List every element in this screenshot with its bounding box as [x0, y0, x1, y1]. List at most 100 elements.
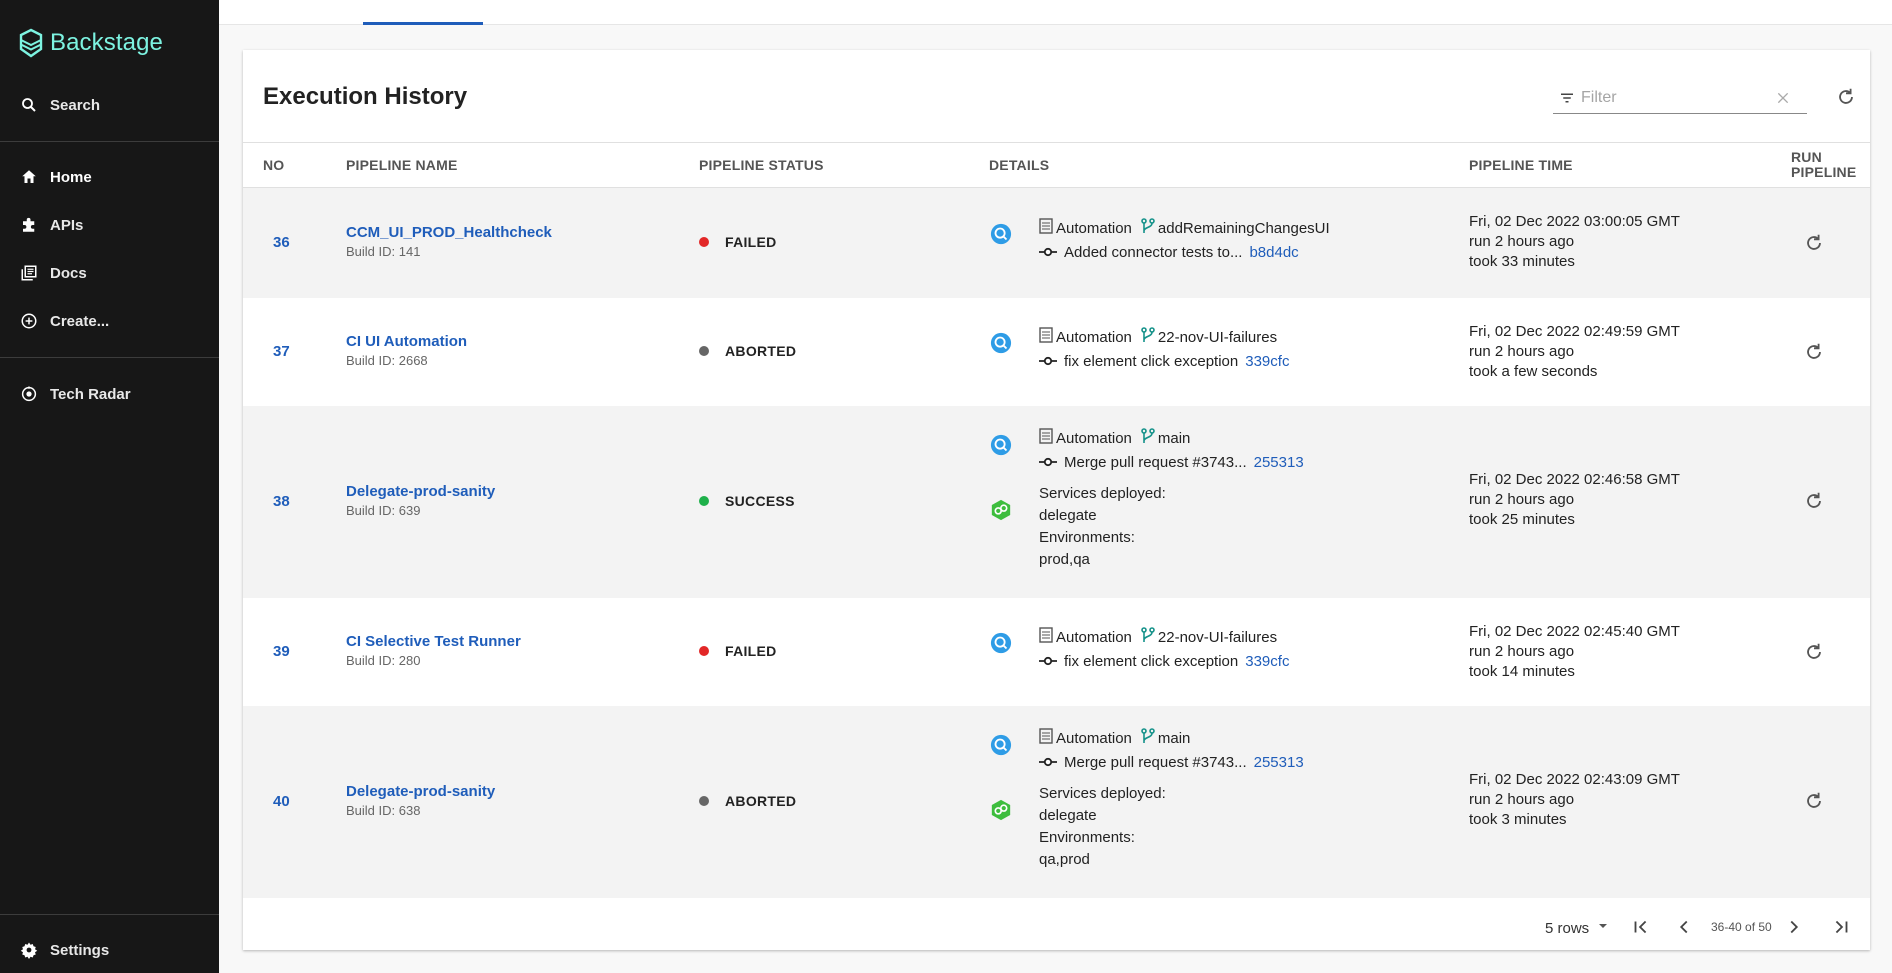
pipeline-name-link[interactable]: CI Selective Test Runner [346, 633, 521, 650]
details-cell: Automation main Merge pull request #3743… [1039, 426, 1304, 571]
pipeline-name-link[interactable]: Delegate-prod-sanity [346, 483, 495, 500]
pipeline-name-cell: CCM_UI_PROD_Healthcheck Build ID: 141 [346, 224, 552, 259]
filter-input[interactable] [1581, 88, 1761, 107]
rerun-icon[interactable] [1803, 232, 1825, 258]
branch-icon [1141, 327, 1155, 347]
header-no[interactable]: NO [263, 143, 284, 187]
sidebar-item-label: Home [50, 168, 92, 186]
filter-list-icon [1553, 89, 1581, 107]
ci-module-icon [990, 223, 1012, 245]
ci-module-icon [990, 434, 1012, 456]
took-duration: took 33 minutes [1469, 253, 1575, 270]
header-pipeline-status[interactable]: PIPELINE STATUS [699, 143, 824, 187]
table-row: 36 CCM_UI_PROD_Healthcheck Build ID: 141… [243, 188, 1870, 298]
sidebar-item-home[interactable]: Home [0, 157, 219, 197]
rows-per-page-select[interactable]: 5 rows [1545, 918, 1611, 938]
repo-icon [1039, 728, 1053, 748]
clear-icon[interactable] [1775, 90, 1791, 110]
commit-icon [1039, 653, 1057, 670]
commit-id-link[interactable]: b8d4dc [1249, 244, 1298, 261]
sidebar-item-label: APIs [50, 216, 84, 234]
status-cell: ABORTED [699, 793, 796, 809]
status-label: FAILED [725, 643, 777, 659]
sidebar-divider [0, 141, 219, 142]
active-tab-indicator [363, 22, 483, 25]
header-run-pipeline[interactable]: RUN PIPELINE [1791, 143, 1856, 187]
backstage-logo-icon [19, 28, 43, 58]
rerun-icon[interactable] [1803, 490, 1825, 516]
commit-id-link[interactable]: 339cfc [1245, 353, 1289, 370]
repo-icon [1039, 428, 1053, 448]
commit-icon [1039, 244, 1057, 261]
row-number[interactable]: 40 [273, 793, 290, 810]
sidebar-item-label: Docs [50, 264, 87, 282]
status-label: FAILED [725, 234, 777, 250]
arrow-drop-down-icon [1595, 918, 1611, 938]
rerun-icon[interactable] [1803, 790, 1825, 816]
branch-name: main [1157, 729, 1191, 747]
header-pipeline-time[interactable]: PIPELINE TIME [1469, 143, 1573, 187]
previous-page-icon[interactable] [1673, 916, 1695, 941]
commit-icon [1039, 754, 1057, 771]
rerun-icon[interactable] [1803, 341, 1825, 367]
pipeline-name-cell: Delegate-prod-sanity Build ID: 639 [346, 483, 495, 518]
rerun-icon[interactable] [1803, 641, 1825, 667]
status-cell: SUCCESS [699, 493, 795, 509]
status-label: ABORTED [725, 793, 797, 809]
header-details[interactable]: DETAILS [989, 143, 1049, 187]
pipeline-name-link[interactable]: CCM_UI_PROD_Healthcheck [346, 224, 552, 241]
sidebar-divider [0, 357, 219, 358]
branch-icon [1141, 428, 1155, 448]
last-page-icon[interactable] [1830, 916, 1852, 941]
pipeline-name-cell: CI Selective Test Runner Build ID: 280 [346, 633, 521, 668]
commit-id-link[interactable]: 339cfc [1245, 653, 1289, 670]
header-pipeline-name[interactable]: PIPELINE NAME [346, 143, 458, 187]
table-row: 38 Delegate-prod-sanity Build ID: 639 SU… [243, 406, 1870, 598]
branch-name: addRemainingChangesUI [1157, 219, 1330, 237]
sidebar-item-settings[interactable]: Settings [0, 930, 219, 970]
sidebar-item-tech-radar[interactable]: Tech Radar [0, 374, 219, 414]
top-tab-bar [219, 0, 1892, 25]
sidebar-item-search[interactable]: Search [0, 85, 219, 125]
details-cell: Automation 22-nov-UI-failures fix elemen… [1039, 325, 1289, 373]
pipeline-name-link[interactable]: Delegate-prod-sanity [346, 783, 495, 800]
sidebar-item-label: Tech Radar [50, 385, 131, 403]
library-icon [0, 264, 50, 282]
sidebar-item-label: Settings [50, 941, 110, 959]
repo-icon [1039, 327, 1053, 347]
status-label: ABORTED [725, 343, 797, 359]
row-number[interactable]: 37 [273, 343, 290, 360]
commit-id-link[interactable]: 255313 [1254, 754, 1304, 771]
sidebar-item-docs[interactable]: Docs [0, 253, 219, 293]
refresh-icon[interactable] [1835, 86, 1857, 112]
run-ago: run 2 hours ago [1469, 643, 1575, 660]
first-page-icon[interactable] [1630, 916, 1652, 941]
home-icon [0, 168, 50, 186]
backstage-logo[interactable]: Backstage [18, 28, 163, 58]
branch-name: 22-nov-UI-failures [1157, 328, 1278, 346]
pipeline-name-link[interactable]: CI UI Automation [346, 333, 467, 350]
commit-id-link[interactable]: 255313 [1254, 454, 1304, 471]
status-dot-aborted [699, 346, 709, 356]
pipeline-time: Fri, 02 Dec 2022 02:49:59 GMT [1469, 323, 1680, 340]
repo-name: Automation [1056, 628, 1132, 646]
environments-value: prod,qa [1039, 551, 1090, 568]
filter-field[interactable] [1553, 82, 1807, 114]
pipeline-time: Fri, 02 Dec 2022 02:46:58 GMT [1469, 471, 1680, 488]
row-number[interactable]: 39 [273, 643, 290, 660]
next-page-icon[interactable] [1783, 916, 1805, 941]
pipeline-time-cell: Fri, 02 Dec 2022 02:45:40 GMT run 2 hour… [1469, 622, 1680, 682]
row-number[interactable]: 36 [273, 234, 290, 251]
details-cell: Automation addRemainingChangesUI Added c… [1039, 216, 1330, 264]
repo-icon [1039, 627, 1053, 647]
sidebar-item-apis[interactable]: APIs [0, 205, 219, 245]
puzzle-icon [0, 216, 50, 234]
gear-icon [0, 941, 50, 959]
search-icon [0, 96, 50, 114]
row-number[interactable]: 38 [273, 493, 290, 510]
run-ago: run 2 hours ago [1469, 791, 1575, 808]
services-label: Services deployed: [1039, 785, 1166, 802]
sidebar-item-create[interactable]: Create... [0, 301, 219, 341]
services-value: delegate [1039, 507, 1097, 524]
sidebar-item-label: Create... [50, 312, 110, 330]
